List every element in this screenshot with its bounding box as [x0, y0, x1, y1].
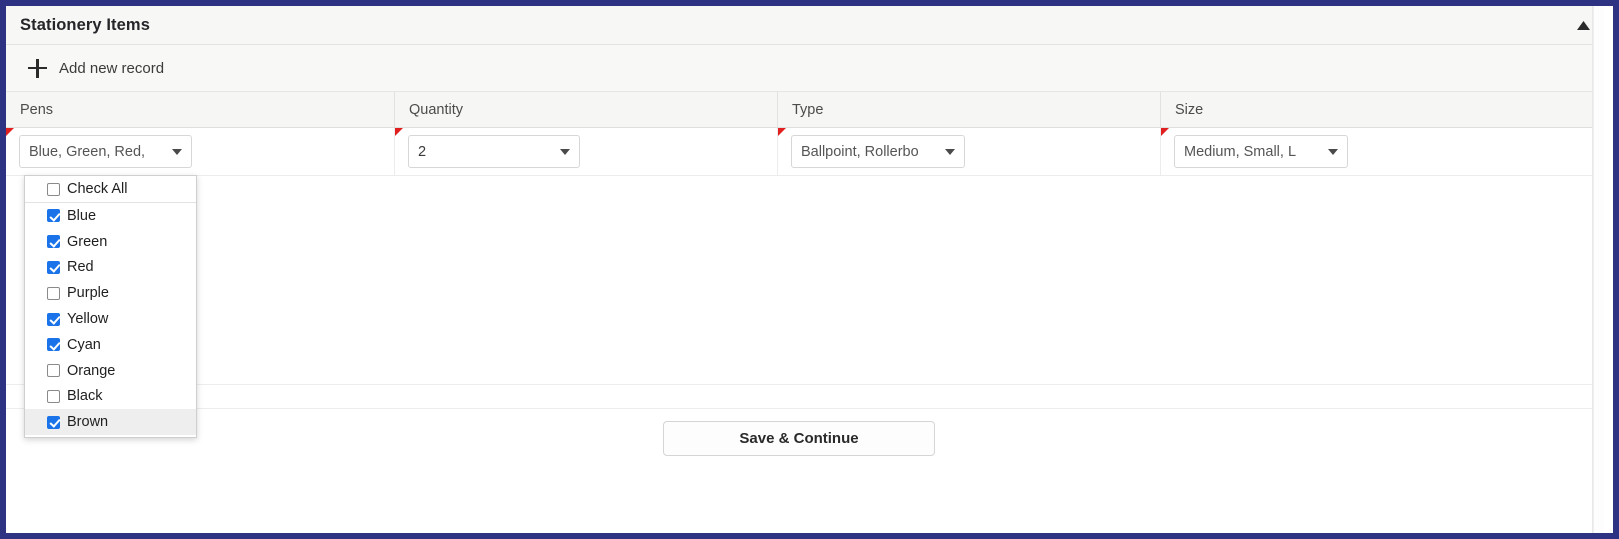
dropdown-check-all-label: Check All	[67, 181, 128, 197]
table-row: Blue, Green, Red, 2 Ballpoint, Rollerbo	[6, 128, 1604, 176]
quantity-multiselect-value: 2	[418, 143, 427, 160]
cell-type: Ballpoint, Rollerbo	[778, 128, 1161, 175]
chevron-down-icon[interactable]	[1319, 148, 1347, 155]
grid: Pens Quantity Type Size Blue, Green, Red…	[6, 92, 1604, 533]
checkbox-green[interactable]	[47, 235, 60, 249]
chevron-down-icon[interactable]	[163, 148, 191, 155]
unsaved-change-marker	[6, 128, 14, 136]
grid-toolbar: Add new record	[6, 45, 1604, 92]
app-window: Stationery Items Add new record Pens Qua…	[0, 0, 1619, 539]
divider	[6, 408, 1592, 409]
save-and-continue-button[interactable]: Save & Continue	[663, 421, 935, 456]
unsaved-change-marker	[395, 128, 403, 136]
chevron-down-icon[interactable]	[551, 148, 579, 155]
dropdown-option[interactable]: Yellow	[25, 306, 196, 332]
dropdown-option-label: Black	[67, 388, 103, 405]
add-new-record-label: Add new record	[59, 59, 165, 77]
panel-header: Stationery Items	[6, 6, 1604, 45]
page-title: Stationery Items	[20, 15, 150, 34]
dropdown-option[interactable]: Red	[25, 255, 196, 281]
divider	[6, 384, 1592, 385]
dropdown-option-label: Blue	[67, 207, 97, 224]
checkbox-brown[interactable]	[47, 415, 60, 429]
checkbox-cyan[interactable]	[47, 338, 60, 352]
checkbox-orange[interactable]	[47, 364, 60, 378]
cell-size: Medium, Small, L	[1161, 128, 1604, 175]
type-multiselect[interactable]: Ballpoint, Rollerbo	[791, 135, 965, 168]
dropdown-option-label: Brown	[67, 414, 109, 431]
chevron-down-icon[interactable]	[936, 148, 964, 155]
pens-multiselect-value: Blue, Green, Red,	[29, 143, 146, 160]
checkbox-check-all[interactable]	[47, 182, 60, 196]
dropdown-option-label: Red	[67, 259, 94, 276]
column-header-size[interactable]: Size	[1161, 92, 1604, 127]
vertical-scrollbar[interactable]	[1593, 6, 1604, 533]
checkbox-purple[interactable]	[47, 286, 60, 300]
quantity-multiselect[interactable]: 2	[408, 135, 580, 168]
type-multiselect-value: Ballpoint, Rollerbo	[801, 143, 919, 160]
size-multiselect[interactable]: Medium, Small, L	[1174, 135, 1348, 168]
pens-dropdown-list: Check All Blue Green Red Purple Yellow Cyan Or…	[24, 175, 197, 439]
cell-quantity: 2	[395, 128, 778, 175]
column-header-quantity[interactable]: Quantity	[395, 92, 778, 127]
stationery-items-panel: Stationery Items Add new record Pens Qua…	[6, 6, 1604, 533]
dropdown-check-all[interactable]: Check All	[25, 176, 196, 203]
dropdown-option[interactable]: Orange	[25, 358, 196, 384]
checkbox-red[interactable]	[47, 260, 60, 274]
checkbox-blue[interactable]	[47, 209, 60, 223]
column-header-pens[interactable]: Pens	[6, 92, 395, 127]
dropdown-option[interactable]: Brown	[25, 409, 196, 436]
column-header-type[interactable]: Type	[778, 92, 1161, 127]
unsaved-change-marker	[1161, 128, 1169, 136]
dropdown-option-label: Purple	[67, 285, 109, 302]
dropdown-option-label: Green	[67, 233, 108, 250]
dropdown-option[interactable]: Green	[25, 229, 196, 255]
size-multiselect-value: Medium, Small, L	[1184, 143, 1297, 160]
dropdown-option[interactable]: Black	[25, 384, 196, 410]
form-footer: Save & Continue	[6, 421, 1592, 456]
pens-multiselect[interactable]: Blue, Green, Red,	[19, 135, 192, 168]
plus-icon	[28, 58, 47, 78]
unsaved-change-marker	[778, 128, 786, 136]
grid-header-row: Pens Quantity Type Size	[6, 92, 1604, 128]
triangle-up-icon[interactable]	[1572, 14, 1594, 36]
cell-pens: Blue, Green, Red,	[6, 128, 395, 175]
dropdown-option[interactable]: Blue	[25, 203, 196, 229]
checkbox-yellow[interactable]	[47, 312, 60, 326]
checkbox-black[interactable]	[47, 389, 60, 403]
dropdown-option-label: Orange	[67, 362, 116, 379]
dropdown-option-label: Yellow	[67, 311, 109, 328]
dropdown-option[interactable]: Purple	[25, 280, 196, 306]
dropdown-option[interactable]: Cyan	[25, 332, 196, 358]
add-new-record-button[interactable]: Add new record	[28, 58, 165, 78]
dropdown-option-label: Cyan	[67, 336, 101, 353]
